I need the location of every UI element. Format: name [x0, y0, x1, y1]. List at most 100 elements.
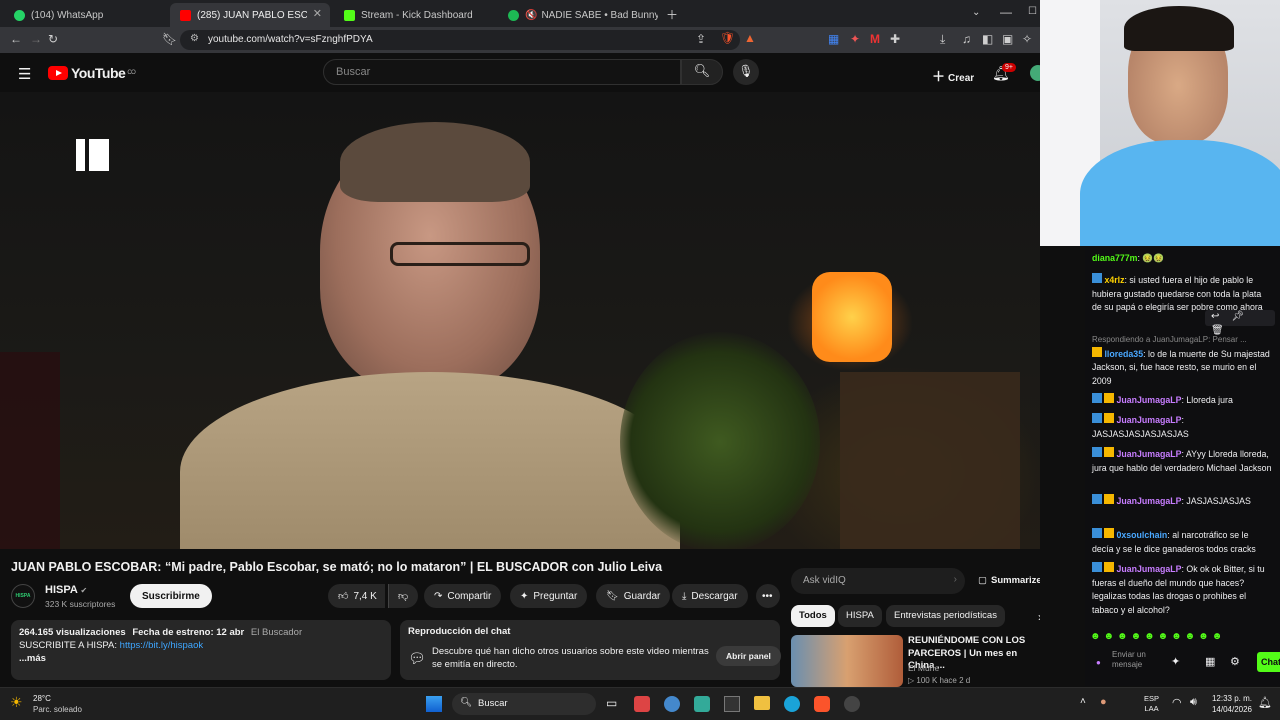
wifi-icon[interactable]: ◠	[1172, 696, 1182, 709]
summarize-button[interactable]: ▢ Summarize	[978, 575, 1040, 586]
sidebar-icon[interactable]: ◧	[982, 32, 993, 46]
voice-search-button[interactable]: 🎙︎	[733, 59, 759, 85]
weather-icon[interactable]: ☀	[10, 694, 23, 711]
sparkle-icon: ✦	[520, 590, 529, 602]
thumbs-down-icon: 👎︎	[398, 591, 409, 602]
chip-hispa[interactable]: HISPA	[838, 605, 882, 627]
tab-whatsapp[interactable]: (104) WhatsApp	[4, 3, 164, 27]
create-button[interactable]: ＋ Crear	[924, 61, 982, 84]
extension-icon[interactable]: ✦	[850, 32, 860, 46]
channel-name[interactable]: HISPA ✔	[45, 584, 87, 596]
search-button[interactable]: 🔍︎	[681, 59, 723, 85]
tray-chevron-icon[interactable]: ˄	[1080, 696, 1086, 707]
tab-youtube[interactable]: (285) JUAN PABLO ESCOBAR ✕	[170, 3, 330, 27]
chip-entrevistas[interactable]: Entrevistas periodísticas	[886, 605, 1005, 627]
webcam-feed	[1040, 0, 1280, 246]
channel-avatar[interactable]: HISPA	[11, 584, 35, 608]
recommended-thumbnail[interactable]	[791, 635, 903, 687]
emote-bar[interactable]: ☻☻☻☻☻☻☻☻☻☻	[1090, 630, 1225, 644]
extension-m-icon[interactable]: M	[870, 32, 880, 46]
description-link[interactable]: https://bit.ly/hispaok	[120, 640, 203, 651]
leo-ai-icon[interactable]: ✧	[1022, 32, 1032, 46]
description-box[interactable]: 264.165 visualizaciones Fecha de estreno…	[11, 620, 391, 680]
brave-rewards-icon[interactable]: ▲	[744, 31, 756, 45]
terminal-icon[interactable]	[724, 696, 740, 712]
folder-icon[interactable]	[754, 696, 770, 710]
chat-message: 0xsoulchain: al narcotráfico se le decía…	[1092, 528, 1256, 554]
start-icon[interactable]	[426, 696, 442, 712]
chat-send-button[interactable]: Chat	[1257, 652, 1280, 672]
save-button[interactable]: 🔖︎ Guardar	[596, 584, 671, 608]
reply-icon[interactable]: ↩	[1211, 311, 1231, 322]
mic-icon: ●	[1096, 658, 1101, 667]
search-input[interactable]: Buscar	[323, 59, 681, 85]
video-player[interactable]	[0, 92, 1040, 549]
bookmark-icon[interactable]: 🔖︎	[162, 32, 177, 46]
download-arrow-icon: ⤓	[682, 590, 687, 602]
recommended-channel: El Muñe	[908, 663, 940, 673]
chat-message: JuanJumagaLP: AYyy Lloreda lloreda, jura…	[1092, 447, 1272, 473]
tray-icon[interactable]: ●	[1100, 696, 1107, 708]
chat-message: JuanJumagaLP: Ok ok ok Bitter, si tu fue…	[1092, 562, 1265, 615]
app-icon-2[interactable]	[664, 696, 680, 712]
like-button[interactable]: 👍︎ 7,4 K	[328, 584, 385, 608]
youtube-play-icon	[48, 66, 68, 80]
tab-spotify[interactable]: 🔇 NADIE SABE • Bad Bunny	[498, 3, 658, 27]
minimize-icon[interactable]: —	[1000, 5, 1012, 19]
taskbar-search[interactable]: 🔍︎ Buscar	[452, 693, 596, 715]
badge-icon	[1092, 413, 1114, 423]
extensions-puzzle-icon[interactable]: ✚	[890, 32, 900, 46]
kick-icon	[344, 9, 355, 21]
site-info-icon[interactable]: ⚙	[190, 33, 199, 44]
edge-icon[interactable]	[784, 696, 800, 712]
url-field[interactable]: ⚙ youtube.com/watch?v=sFznghfPDYA	[180, 30, 740, 50]
chat-input[interactable]: ● Enviar un mensaje	[1090, 650, 1160, 680]
media-icon[interactable]: ♫	[962, 32, 971, 46]
pin-icon[interactable]: 📌︎	[1231, 311, 1256, 322]
chat-message: JuanJumagaLP: Lloreda jura	[1092, 393, 1272, 408]
send-icon[interactable]: ›	[954, 574, 957, 585]
chat-bubble-icon: 💬︎	[408, 650, 426, 666]
app-icon-1[interactable]	[634, 696, 650, 712]
translate-icon[interactable]: ▦	[828, 32, 839, 46]
task-view-icon[interactable]: ▭	[606, 696, 617, 710]
back-icon[interactable]: ←	[10, 32, 22, 46]
share-icon[interactable]: ⇪	[696, 32, 706, 46]
youtube-logo[interactable]: YouTube CO	[48, 65, 136, 81]
volume-icon[interactable]: 🔊︎	[1190, 696, 1197, 709]
avatar[interactable]	[1030, 65, 1040, 81]
brave-shield-icon[interactable]: 🛡	[720, 31, 735, 45]
clock[interactable]: 12:33 p. m. 14/04/2026	[1208, 693, 1252, 715]
tab-kick[interactable]: Stream - Kick Dashboard	[334, 3, 494, 27]
reload-icon[interactable]: ↻	[48, 32, 58, 46]
language-indicator[interactable]: ESP LAA	[1144, 694, 1159, 714]
gift-icon[interactable]: ▦	[1205, 656, 1215, 670]
chat-message: JuanJumagaLP: JASJASJASJAS	[1092, 494, 1272, 509]
close-tab-icon[interactable]: ✕	[313, 7, 322, 20]
emote-icon[interactable]: ✦	[1171, 656, 1180, 670]
settings-icon[interactable]: ⚙	[1230, 656, 1240, 670]
more-actions-button[interactable]: •••	[756, 584, 780, 608]
share-button[interactable]: ↷ Compartir	[424, 584, 502, 608]
menu-icon[interactable]: ☰	[18, 65, 31, 83]
app-icon-3[interactable]	[694, 696, 710, 712]
subscribe-button[interactable]: Suscribirme	[130, 584, 212, 608]
forward-icon[interactable]: →	[30, 32, 42, 46]
chips-next-icon[interactable]: ›	[1038, 610, 1040, 624]
download-icon[interactable]: ⤓	[940, 32, 945, 47]
wallet-icon[interactable]: ▣	[1002, 32, 1013, 46]
brave-icon[interactable]	[814, 696, 830, 712]
new-tab-icon[interactable]: ＋	[666, 6, 678, 23]
maximize-icon[interactable]: ☐	[1028, 6, 1037, 17]
download-button[interactable]: ⤓ Descargar	[672, 584, 748, 608]
obs-icon[interactable]	[844, 696, 860, 712]
open-panel-button[interactable]: Abrir panel	[716, 646, 781, 666]
tab-list-icon[interactable]: ⌄	[972, 7, 980, 18]
dislike-button[interactable]: 👎︎	[388, 584, 418, 608]
notification-badge: 9+	[1002, 63, 1016, 72]
vidiq-input[interactable]: Ask vidIQ ›	[791, 568, 965, 594]
chip-todos[interactable]: Todos	[791, 605, 835, 627]
notification-center-icon[interactable]: 🔔︎	[1258, 696, 1272, 709]
ask-button[interactable]: ✦ Preguntar	[510, 584, 588, 608]
show-more-link[interactable]: ...más	[19, 652, 383, 665]
